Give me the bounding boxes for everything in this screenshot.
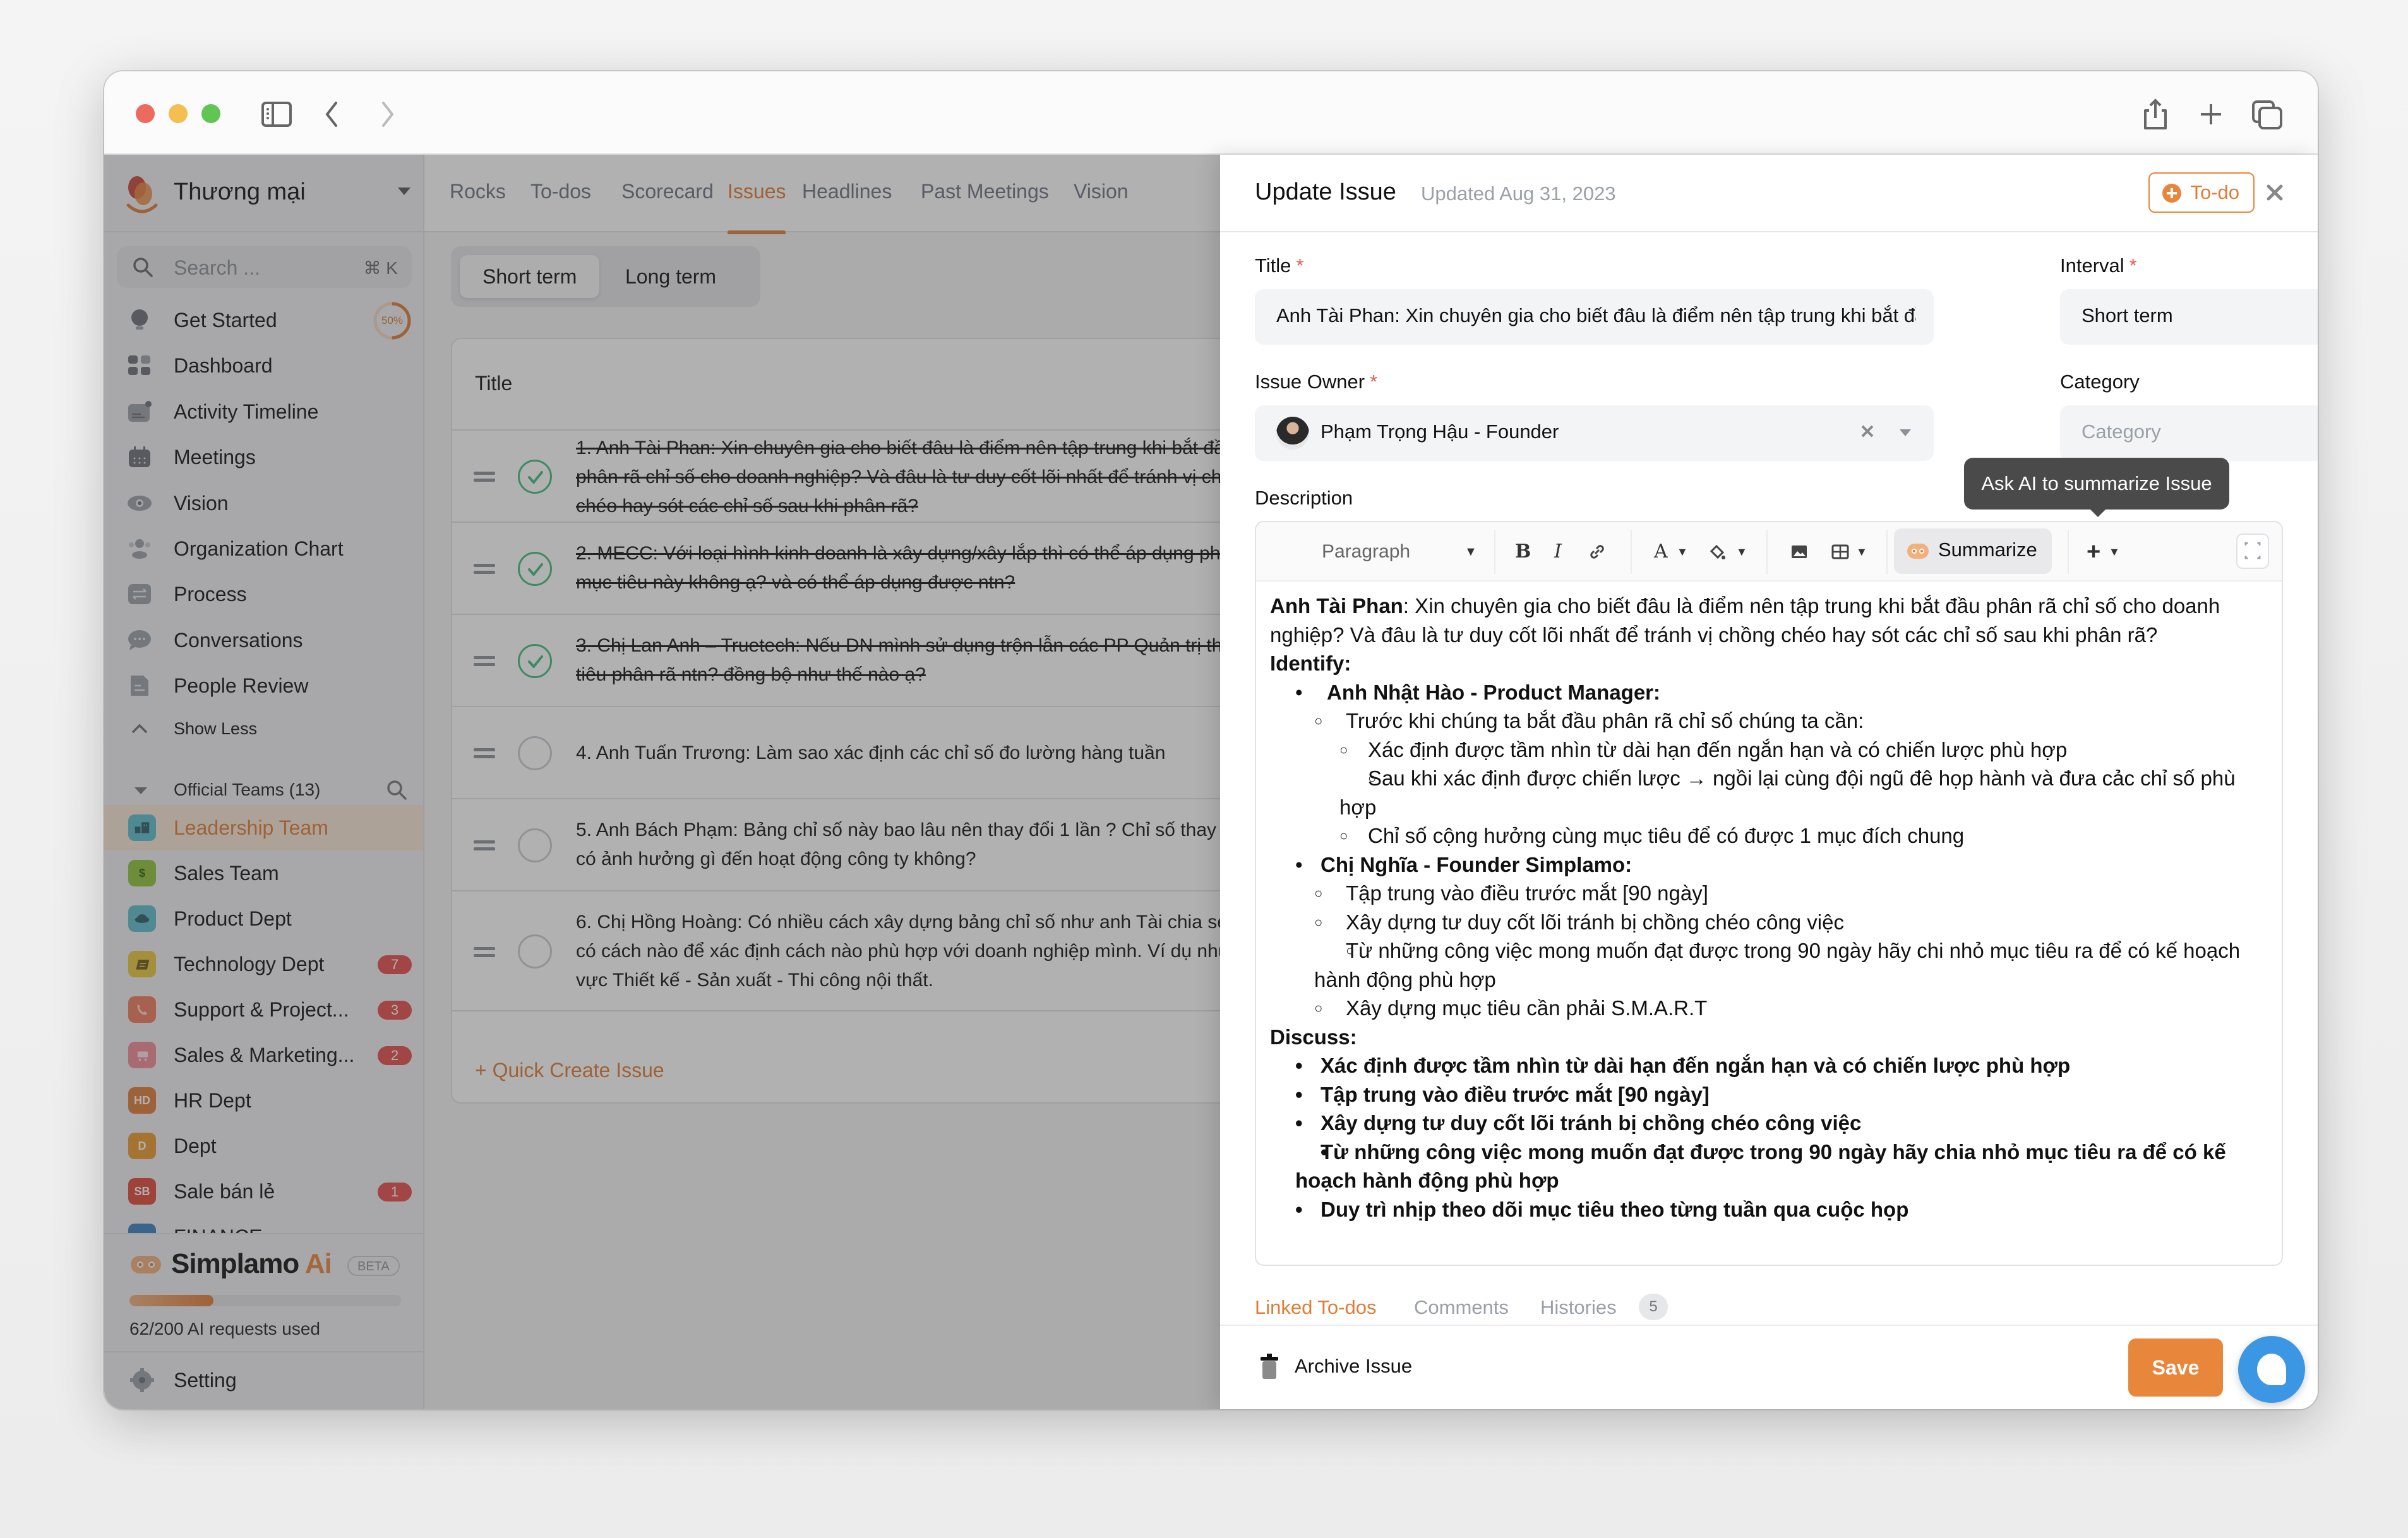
interval-select[interactable]: Short term xyxy=(2060,289,2318,345)
chevron-down-icon: ▼ xyxy=(1465,545,1477,559)
fullscreen-icon[interactable] xyxy=(2236,534,2269,569)
back-icon[interactable] xyxy=(314,97,350,132)
ai-robot-icon xyxy=(1907,544,1929,559)
insert-button[interactable]: + xyxy=(2087,536,2100,568)
tabs-overview-icon[interactable] xyxy=(2249,97,2285,132)
chevron-down-icon xyxy=(1900,429,1911,436)
drawer-tabs: Linked To-dos Comments Histories 5 xyxy=(1255,1291,2283,1323)
italic-button[interactable]: I xyxy=(1554,536,1562,568)
tab-comments[interactable]: Comments xyxy=(1414,1296,1509,1319)
chevron-down-icon: ▼ xyxy=(1736,545,1747,558)
category-label: Category xyxy=(2060,371,2140,393)
issue-owner-select[interactable]: Phạm Trọng Hậu - Founder xyxy=(1255,405,1934,461)
close-icon[interactable] xyxy=(2262,180,2287,205)
interval-label: Interval * xyxy=(2060,254,2137,277)
description-editor[interactable]: Paragraph ▼ B I A ▼ ▼ ▼ Summarize + ▼ An… xyxy=(1255,521,2283,1266)
summarize-button[interactable]: Summarize xyxy=(1894,528,2052,574)
image-icon[interactable] xyxy=(1790,536,1809,568)
chevron-down-icon: ▼ xyxy=(1856,545,1867,558)
editor-toolbar: Paragraph ▼ B I A ▼ ▼ ▼ Summarize + ▼ xyxy=(1256,522,2282,581)
share-icon[interactable] xyxy=(2138,97,2173,132)
paragraph-style-select[interactable]: Paragraph xyxy=(1322,536,1410,568)
category-select[interactable]: Category xyxy=(2060,405,2318,461)
table-icon[interactable] xyxy=(1831,536,1850,568)
drawer-header: Update Issue Updated Aug 31, 2023 To-do xyxy=(1220,155,2318,232)
chevron-down-icon: ▼ xyxy=(2109,545,2120,558)
font-color-button[interactable]: A xyxy=(1654,536,1668,568)
modal-backdrop[interactable] xyxy=(104,155,1220,1409)
forward-icon[interactable] xyxy=(369,97,405,132)
window-titlebar xyxy=(104,71,2318,155)
title-input[interactable]: Anh Tài Phan: Xin chuyên gia cho biết đâ… xyxy=(1255,289,1934,345)
summarize-tooltip: Ask AI to summarize Issue xyxy=(1964,458,2229,517)
updated-timestamp: Updated Aug 31, 2023 xyxy=(1421,182,1616,205)
link-icon[interactable] xyxy=(1588,536,1607,568)
add-todo-button[interactable]: To-do xyxy=(2148,172,2255,213)
close-window-button[interactable] xyxy=(136,104,155,123)
title-label: Title * xyxy=(1255,254,1304,277)
tab-histories[interactable]: Histories xyxy=(1540,1296,1617,1319)
app-content: Thương mại Search ... ⌘ K Get Started 50… xyxy=(104,155,2318,1409)
chevron-down-icon: ▼ xyxy=(1677,545,1688,558)
bold-button[interactable]: B xyxy=(1515,536,1531,568)
sidebar-toggle-icon[interactable] xyxy=(259,97,294,132)
chat-support-button[interactable] xyxy=(2238,1336,2305,1403)
new-tab-icon[interactable] xyxy=(2193,97,2229,132)
save-button[interactable]: Save xyxy=(2128,1338,2223,1397)
maximize-window-button[interactable] xyxy=(201,104,220,123)
avatar xyxy=(1276,417,1309,450)
browser-window: Thương mại Search ... ⌘ K Get Started 50… xyxy=(104,71,2318,1409)
highlight-icon[interactable] xyxy=(1708,536,1727,568)
clear-icon[interactable] xyxy=(1858,422,1877,441)
update-issue-drawer: Update Issue Updated Aug 31, 2023 To-do … xyxy=(1220,155,2318,1409)
drawer-footer: Archive Issue Save xyxy=(1220,1325,2318,1409)
trash-icon xyxy=(1261,1354,1278,1379)
minimize-window-button[interactable] xyxy=(169,104,188,123)
histories-count-badge: 5 xyxy=(1639,1294,1668,1320)
tab-linked-todos[interactable]: Linked To-dos xyxy=(1255,1296,1376,1319)
description-content[interactable]: Anh Tài Phan: Xin chuyên gia cho biết đâ… xyxy=(1270,592,2274,1255)
plus-circle-icon xyxy=(2162,184,2182,203)
drawer-title: Update Issue xyxy=(1255,179,1396,205)
issue-owner-label: Issue Owner * xyxy=(1255,371,1378,393)
description-label: Description xyxy=(1255,487,1353,509)
